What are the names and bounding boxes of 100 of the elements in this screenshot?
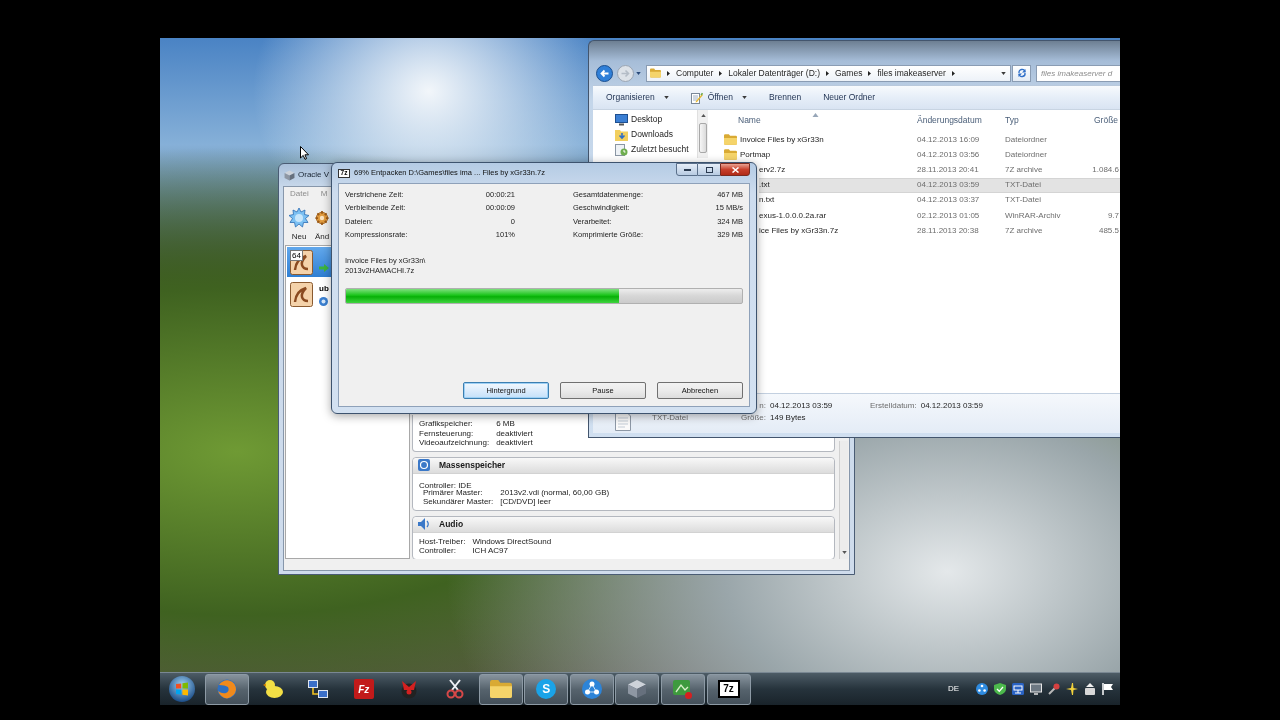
nav-item[interactable]: Zuletzt besucht	[593, 142, 697, 157]
maximize-button[interactable]	[698, 163, 720, 176]
taskbar-button[interactable]: Fz	[341, 673, 386, 705]
flag-icon[interactable]	[1102, 683, 1114, 695]
address-bar[interactable]: Computer Lokaler Datenträger (D:) Games files imakeaserver	[646, 64, 1011, 82]
property-value: 149 Bytes	[770, 412, 806, 424]
maximize-icon	[705, 166, 713, 173]
folder-icon	[489, 680, 512, 698]
file-size: 485.5	[1098, 224, 1119, 237]
modified-date: 04.12.2013 16:09	[917, 133, 980, 146]
taskbar-button[interactable]	[569, 673, 614, 705]
vm-list-item[interactable]: 64	[287, 247, 332, 277]
file-type: WinRAR-Archiv	[1005, 209, 1061, 222]
vm-name: ub	[319, 282, 329, 295]
monitor-icon[interactable]	[1030, 683, 1042, 695]
property-label: Grafikspeicher:	[419, 419, 473, 429]
toolbar-button[interactable]: Brennen	[764, 87, 807, 108]
folder-icon	[724, 149, 737, 161]
property-value: 6 MB	[496, 419, 515, 429]
shield-icon[interactable]	[994, 683, 1006, 695]
taskbar-button[interactable]: 7z	[706, 673, 751, 705]
property-label: n:	[759, 400, 766, 412]
property-label: Größe:	[741, 412, 766, 424]
file-row[interactable]: Portmap 04.12.2013 03:56 Dateiordner	[712, 147, 1120, 163]
modified-date: 04.12.2013 03:37	[917, 194, 980, 207]
column-header[interactable]: Änderungsdatum	[912, 113, 1000, 128]
scissors-icon	[444, 679, 465, 699]
close-button[interactable]	[720, 163, 750, 176]
column-header[interactable]: Größe	[1088, 113, 1120, 128]
app-logo: Fz	[353, 679, 374, 699]
sparkle-icon[interactable]	[1066, 683, 1078, 695]
column-header[interactable]: Name	[712, 113, 912, 128]
chevron-right-icon	[951, 70, 955, 76]
file-row[interactable]: exus-1.0.0.0.2a.rar 02.12.2013 01:05 WinRAR-Archiv 9.7	[759, 207, 1120, 224]
starburst-icon	[289, 208, 309, 228]
file-name: n.txt	[759, 194, 775, 207]
refresh-button[interactable]	[1012, 64, 1031, 82]
breadcrumb-item[interactable]: files imakeaserver	[877, 66, 946, 80]
breadcrumb-item[interactable]: Games	[835, 66, 863, 80]
breadcrumb-item[interactable]: Computer	[676, 66, 714, 80]
modified-date: 04.12.2013 03:56	[917, 148, 980, 161]
pin-icon[interactable]	[1048, 683, 1060, 695]
file-name: Invoice Files by xGr33n	[740, 133, 824, 146]
minimize-button[interactable]	[676, 163, 698, 176]
file-row[interactable]: erv2.7z 28.11.2013 20:41 7Z archive 1.084.6	[759, 162, 1120, 178]
property-label: Videoaufzeichnung:	[419, 438, 490, 448]
column-header[interactable]: Typ	[1000, 113, 1088, 128]
taskbar-button[interactable]	[615, 673, 660, 705]
caret-icon	[700, 114, 706, 117]
search-field[interactable]: files imakeaserver d	[1036, 64, 1120, 82]
breadcrumb-item[interactable]: Lokaler Datenträger (D:)	[728, 66, 820, 80]
file-type: TXT-Datei	[652, 412, 688, 424]
mouse-cursor-icon	[300, 146, 309, 160]
nav-item[interactable]: Downloads	[593, 127, 697, 142]
vm-list-item[interactable]: ub	[287, 279, 332, 309]
file-row[interactable]: n.txt 04.12.2013 03:37 TXT-Datei	[759, 192, 1120, 208]
duck-icon	[262, 680, 283, 698]
minimize-icon	[683, 168, 691, 171]
app-logo: S	[536, 679, 557, 699]
picture-tile-icon	[672, 679, 693, 699]
toolbar-button[interactable]: Neuer Ordner	[818, 87, 881, 108]
toolbar-button[interactable]: Änd	[314, 208, 331, 241]
file-row[interactable]: Invoice Files by xGr33n 04.12.2013 16:09 Dateiordner	[712, 132, 1120, 148]
chevron-right-icon	[719, 70, 723, 76]
folder-icon	[650, 68, 661, 78]
file-size: 1.084.6	[1092, 163, 1119, 176]
chevron-right-icon	[868, 70, 872, 76]
file-type: TXT-Datei	[1005, 179, 1041, 192]
dots-circle-icon[interactable]	[976, 683, 988, 695]
nav-item[interactable]: Desktop	[593, 112, 697, 127]
property-value: 2013v2.vdi (normal, 60,00 GB)	[500, 487, 610, 497]
file-name: ice Files by xGr33n.7z	[759, 224, 839, 237]
file-row[interactable]: .txt 04.12.2013 03:59 TXT-Datei	[759, 177, 1120, 193]
file-row[interactable]: ice Files by xGr33n.7z 28.11.2013 20:38 7Z archive 485.5	[759, 223, 1120, 239]
toolbar-button[interactable]: Neu	[288, 208, 310, 241]
toolbar-button[interactable]: Öffnen	[685, 87, 753, 108]
network-icon[interactable]	[1012, 683, 1024, 695]
property-value: [CD/DVD] leer	[500, 497, 551, 507]
taskbar-button[interactable]	[478, 673, 523, 705]
disc-icon	[319, 296, 328, 306]
modified-date: 04.12.2013 03:59	[917, 179, 980, 192]
recent-places-icon	[615, 143, 628, 156]
modified-date: 28.11.2013 20:38	[917, 224, 979, 237]
back-button[interactable]	[596, 64, 613, 82]
window-title: Oracle V	[298, 169, 330, 181]
property-label: Host-Treiber:	[419, 536, 466, 546]
close-icon	[731, 166, 739, 173]
caret-icon	[1001, 71, 1006, 75]
toolbar-button[interactable]: Organisieren	[601, 87, 674, 108]
chevron-right-icon	[667, 70, 670, 76]
scrollbar[interactable]	[697, 110, 708, 158]
language-indicator[interactable]: DE	[947, 683, 959, 695]
eject-icon[interactable]	[1084, 683, 1096, 695]
property-value: 04.12.2013 03:59	[920, 400, 983, 412]
fox-globe-icon	[217, 679, 237, 699]
scrollbar[interactable]	[839, 441, 848, 559]
file-name: .txt	[759, 179, 770, 192]
scrollbar-thumb[interactable]	[699, 123, 707, 153]
property-label: Erstelldatum:	[870, 400, 917, 412]
caret-icon	[742, 96, 748, 99]
